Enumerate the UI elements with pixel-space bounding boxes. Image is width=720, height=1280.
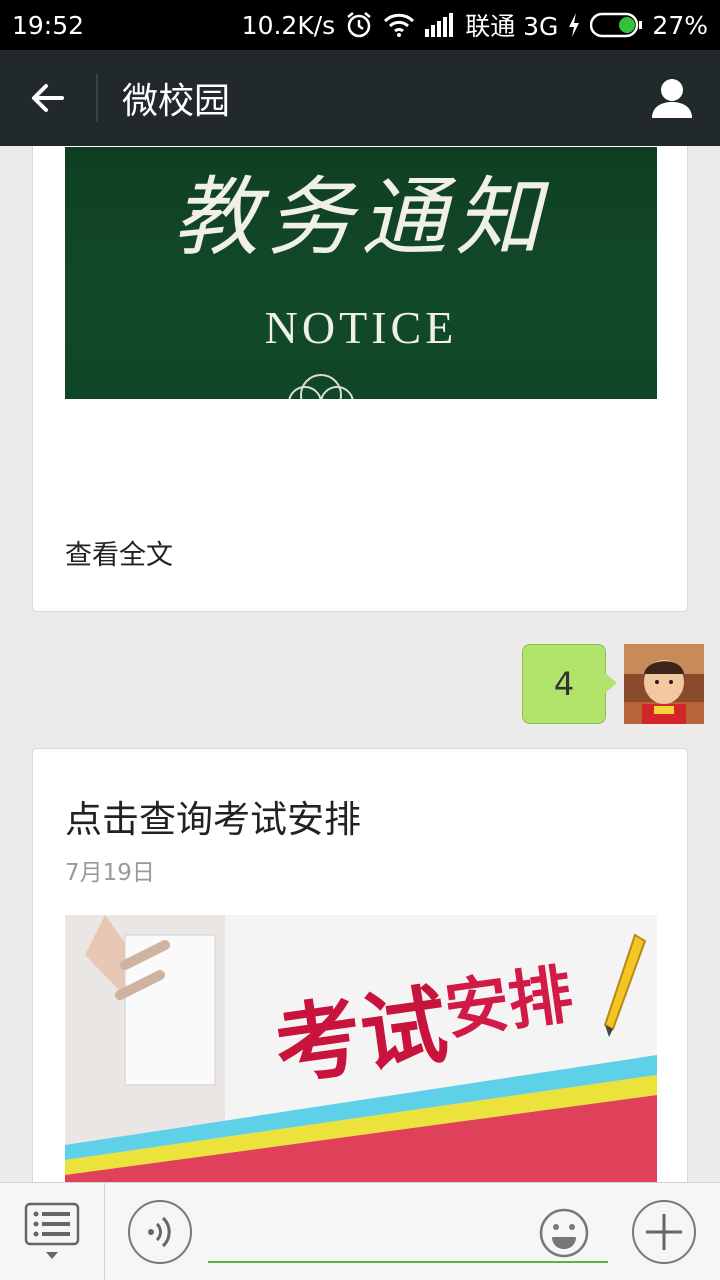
chat-content[interactable]: 教务通知 NOTICE 查看全文 4 点击查询考试安排 7月19日 考试 安排 (0, 146, 720, 1182)
battery-icon (590, 12, 643, 38)
input-bar-divider (104, 1183, 105, 1280)
menu-button[interactable] (0, 1183, 104, 1280)
nav-divider (96, 74, 98, 122)
signal-icon (425, 13, 455, 37)
notice-image-subtitle: NOTICE (265, 302, 458, 353)
user-icon (652, 79, 692, 118)
status-time: 19:52 (12, 10, 85, 40)
back-arrow-icon (32, 84, 64, 112)
charging-icon (568, 13, 580, 37)
emoji-button[interactable] (538, 1207, 590, 1259)
read-more-link[interactable]: 查看全文 (65, 533, 173, 572)
wifi-icon (383, 13, 415, 37)
article-title[interactable]: 点击查询考试安排 (65, 789, 361, 843)
alarm-icon (345, 11, 373, 39)
smiley-icon (539, 1208, 589, 1258)
article-date: 7月19日 (65, 860, 155, 886)
nav-bar: 微校园 (0, 50, 720, 146)
battery-percent: 27% (652, 10, 708, 40)
voice-icon (148, 1216, 171, 1248)
voice-button[interactable] (128, 1200, 192, 1264)
article-card-notice[interactable]: 教务通知 NOTICE 查看全文 (32, 146, 688, 612)
network-speed: 10.2K/s (241, 10, 336, 40)
list-menu-icon (24, 1202, 80, 1259)
carrier-label: 联通 3G (465, 12, 559, 41)
notice-image-title: 教务通知 (173, 168, 550, 268)
notice-image: 教务通知 NOTICE (65, 147, 657, 399)
input-bar (0, 1182, 720, 1280)
exam-image: 考试 安排 (65, 915, 657, 1182)
article-card-exam[interactable]: 点击查询考试安排 7月19日 考试 安排 (32, 748, 688, 1182)
notice-emblem (288, 374, 354, 399)
page-title: 微校园 (122, 81, 231, 122)
profile-button[interactable] (624, 50, 720, 146)
message-bubble[interactable]: 4 (522, 644, 617, 724)
sent-message-row: 4 (522, 644, 704, 724)
more-button[interactable] (632, 1200, 696, 1264)
back-button[interactable] (0, 50, 96, 146)
avatar[interactable] (624, 644, 704, 724)
status-bar: 19:52 10.2K/s 联通 3G 27% (0, 0, 720, 50)
plus-icon (646, 1214, 682, 1250)
